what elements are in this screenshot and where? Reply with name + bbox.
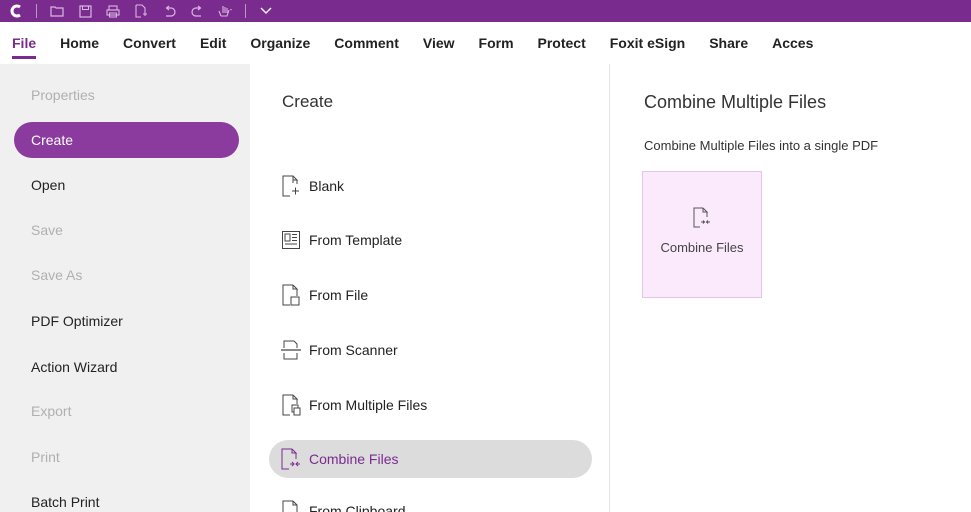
- nav-pdf-optimizer[interactable]: PDF Optimizer: [14, 303, 239, 339]
- file-menu-sidebar: Properties Create Open Save Save As PDF …: [0, 64, 250, 512]
- tab-accessibility[interactable]: Acces: [760, 22, 825, 64]
- open-folder-icon[interactable]: [49, 3, 65, 19]
- combine-files-card-button[interactable]: Combine Files: [642, 171, 762, 298]
- toolbar-separator: [36, 4, 37, 18]
- tab-form[interactable]: Form: [467, 22, 526, 64]
- combine-files-icon: [279, 447, 303, 471]
- print-icon[interactable]: [105, 3, 121, 19]
- nav-action-wizard[interactable]: Action Wizard: [14, 349, 239, 385]
- nav-export[interactable]: Export: [14, 393, 239, 429]
- tab-file[interactable]: File: [0, 22, 48, 64]
- toolbar-separator: [245, 4, 246, 18]
- option-label: From File: [309, 287, 369, 303]
- option-label: Blank: [309, 178, 345, 194]
- nav-print[interactable]: Print: [14, 439, 239, 475]
- nav-create[interactable]: Create: [14, 122, 239, 158]
- option-label: From Multiple Files: [309, 397, 428, 413]
- option-combine-files[interactable]: Combine Files: [269, 440, 592, 478]
- nav-batch-print[interactable]: Batch Print: [14, 484, 239, 512]
- blank-document-icon: [279, 174, 303, 198]
- option-from-clipboard[interactable]: From Clipboard: [269, 492, 592, 512]
- tab-protect[interactable]: Protect: [526, 22, 598, 64]
- scanner-icon: [279, 338, 303, 362]
- redo-icon[interactable]: [189, 3, 205, 19]
- foxit-backstage-view: File Home Convert Edit Organize Comment …: [0, 0, 971, 512]
- detail-description: Combine Multiple Files into a single PDF: [644, 138, 879, 153]
- from-file-icon: [279, 283, 303, 307]
- option-from-multiple-files[interactable]: From Multiple Files: [269, 386, 592, 424]
- tab-convert[interactable]: Convert: [111, 22, 188, 64]
- option-from-file[interactable]: From File: [269, 276, 592, 314]
- customize-dropdown-icon[interactable]: [258, 3, 274, 19]
- ribbon-tabs: File Home Convert Edit Organize Comment …: [0, 22, 971, 64]
- nav-open[interactable]: Open: [14, 167, 239, 203]
- clipboard-icon: [279, 499, 303, 512]
- quick-access-toolbar: [0, 0, 971, 22]
- option-from-scanner[interactable]: From Scanner: [269, 331, 592, 369]
- tab-organize[interactable]: Organize: [238, 22, 322, 64]
- nav-save[interactable]: Save: [14, 212, 239, 248]
- option-label: From Scanner: [309, 342, 398, 358]
- combine-files-icon: [690, 206, 714, 230]
- tab-foxit-esign[interactable]: Foxit eSign: [598, 22, 697, 64]
- multiple-files-icon: [279, 393, 303, 417]
- tab-share[interactable]: Share: [697, 22, 760, 64]
- tab-comment[interactable]: Comment: [322, 22, 411, 64]
- template-icon: [279, 228, 303, 252]
- save-icon[interactable]: [77, 3, 93, 19]
- nav-properties[interactable]: Properties: [14, 77, 239, 113]
- tab-view[interactable]: View: [411, 22, 467, 64]
- panel-title: Create: [282, 92, 334, 111]
- tab-edit[interactable]: Edit: [188, 22, 238, 64]
- option-label: Combine Files: [309, 451, 399, 467]
- option-from-template[interactable]: From Template: [269, 221, 592, 259]
- hand-tool-icon[interactable]: [217, 3, 233, 19]
- tab-home[interactable]: Home: [48, 22, 111, 64]
- nav-save-as[interactable]: Save As: [14, 257, 239, 293]
- combine-files-detail-pane: Combine Multiple Files Combine Multiple …: [611, 64, 971, 512]
- foxit-logo-icon: [8, 3, 24, 19]
- create-options-panel: Create Blank From Template From File Fro…: [250, 64, 610, 512]
- option-label: From Clipboard: [309, 503, 406, 512]
- card-label: Combine Files: [660, 240, 744, 255]
- option-blank[interactable]: Blank: [269, 167, 592, 205]
- option-label: From Template: [309, 232, 403, 248]
- detail-title: Combine Multiple Files: [644, 92, 827, 112]
- undo-icon[interactable]: [161, 3, 177, 19]
- new-document-icon[interactable]: [133, 3, 149, 19]
